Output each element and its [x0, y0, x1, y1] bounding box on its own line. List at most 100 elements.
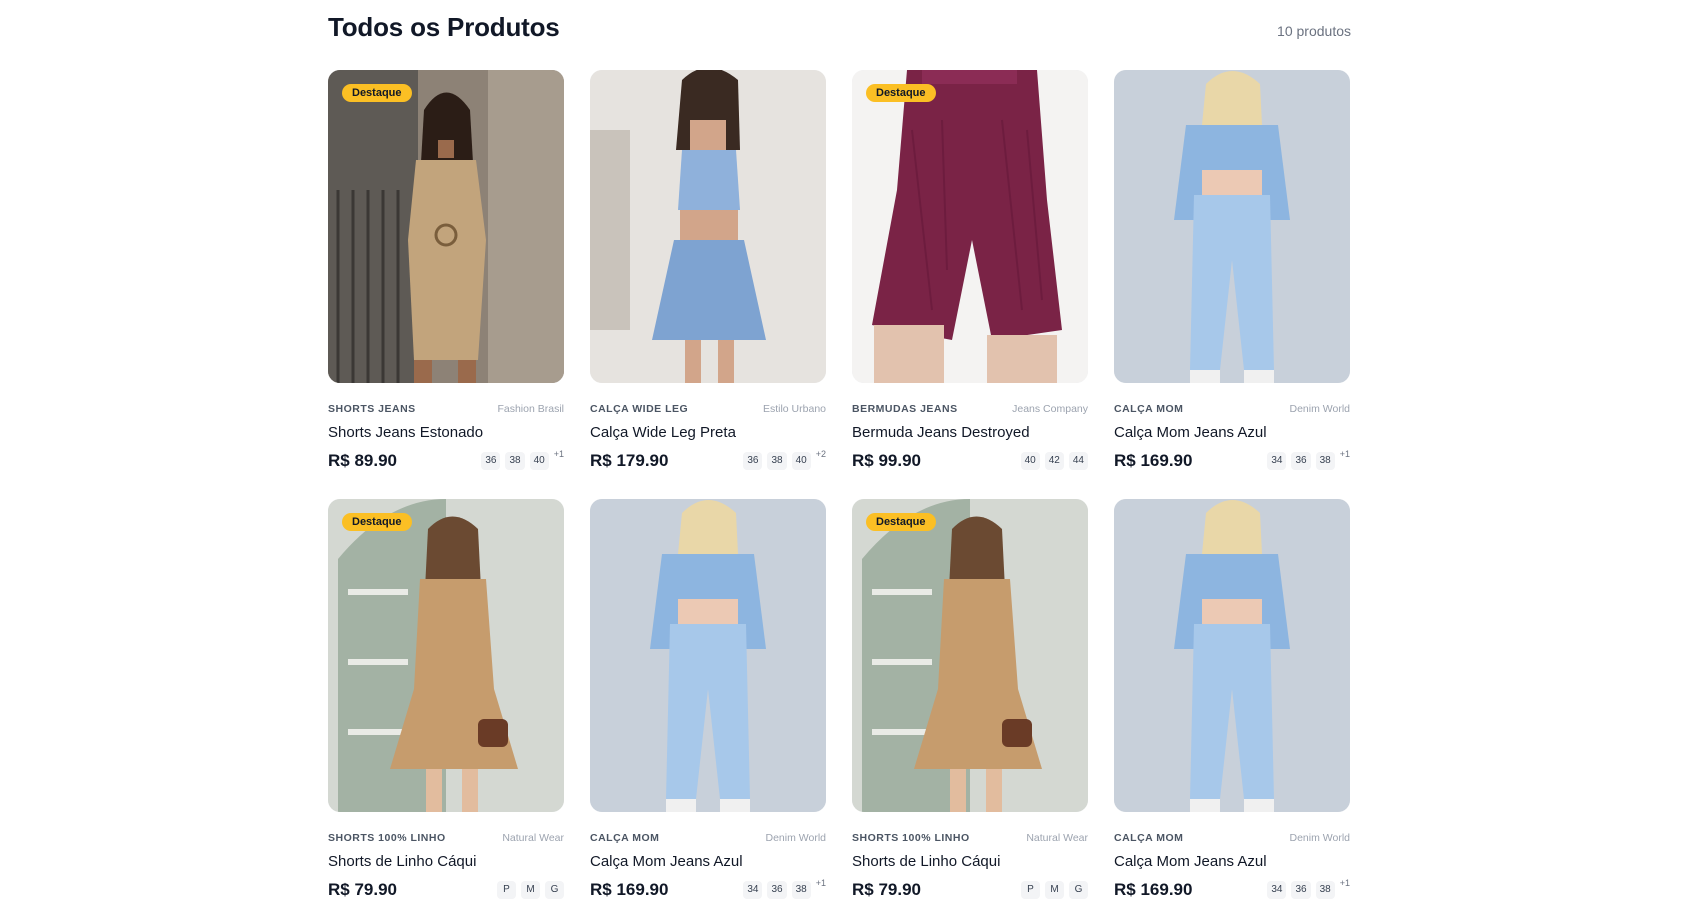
more-sizes-count: +2: [815, 449, 826, 459]
size-chip[interactable]: 34: [743, 881, 763, 899]
product-footer: R$ 79.90 PMG: [328, 880, 564, 900]
size-chip[interactable]: P: [497, 881, 516, 899]
size-list: 36 38 40 +2: [743, 449, 826, 470]
size-chip[interactable]: 36: [1291, 452, 1311, 470]
product-price: R$ 79.90: [852, 880, 921, 899]
size-chip[interactable]: 36: [767, 881, 787, 899]
product-image[interactable]: Destaque: [328, 70, 564, 383]
section-header: Todos os Produtos 10 produtos: [328, 0, 1351, 60]
size-chip[interactable]: 40: [791, 452, 811, 470]
product-card[interactable]: CALÇA MOM Denim World Calça Mom Jeans Az…: [1114, 499, 1350, 900]
product-photo: [590, 70, 826, 383]
size-chip[interactable]: 38: [1315, 881, 1335, 899]
product-brand: Estilo Urbano: [762, 403, 826, 415]
product-brand: Natural Wear: [502, 832, 564, 844]
product-card[interactable]: Destaque SHORTS JEANS Fashion Brasil Sho…: [328, 70, 564, 471]
product-image[interactable]: [1114, 499, 1350, 812]
product-category: CALÇA MOM: [1114, 832, 1184, 844]
product-category: BERMUDAS JEANS: [852, 403, 958, 415]
product-brand: Denim World: [765, 832, 827, 844]
product-card[interactable]: Destaque SHORTS 100% LINHO Natural Wear …: [328, 499, 564, 900]
product-price: R$ 179.90: [590, 451, 669, 470]
more-sizes-count: +1: [815, 878, 826, 888]
product-footer: R$ 89.90 36 38 40 +1: [328, 449, 564, 471]
product-card[interactable]: CALÇA MOM Denim World Calça Mom Jeans Az…: [1114, 70, 1350, 471]
product-footer: R$ 169.90 34 36 38 +1: [590, 878, 826, 900]
product-card[interactable]: CALÇA MOM Denim World Calça Mom Jeans Az…: [590, 499, 826, 900]
product-name[interactable]: Shorts de Linho Cáqui: [328, 853, 564, 870]
product-photo: [852, 499, 1088, 812]
product-category: SHORTS JEANS: [328, 403, 416, 415]
product-image[interactable]: [1114, 70, 1350, 383]
size-chip[interactable]: G: [545, 881, 564, 899]
more-sizes-count: +1: [1339, 449, 1350, 459]
product-name[interactable]: Calça Wide Leg Preta: [590, 424, 826, 441]
size-chip[interactable]: 34: [1267, 881, 1287, 899]
size-chip[interactable]: 38: [505, 452, 525, 470]
size-chip[interactable]: 36: [743, 452, 763, 470]
size-chip[interactable]: 38: [1315, 452, 1335, 470]
product-price: R$ 169.90: [590, 880, 669, 899]
product-meta: CALÇA MOM Denim World: [590, 832, 826, 844]
size-chip[interactable]: 40: [1020, 452, 1040, 470]
product-name[interactable]: Shorts de Linho Cáqui: [852, 853, 1088, 870]
product-meta: SHORTS 100% LINHO Natural Wear: [328, 832, 564, 844]
product-meta: BERMUDAS JEANS Jeans Company: [852, 403, 1088, 415]
size-list: 36 38 40 +1: [481, 449, 564, 470]
size-chip[interactable]: M: [521, 881, 540, 899]
product-category: SHORTS 100% LINHO: [852, 832, 970, 844]
size-chip[interactable]: 36: [1291, 881, 1311, 899]
product-footer: R$ 99.90 40 42 44: [852, 451, 1088, 471]
product-brand: Natural Wear: [1026, 832, 1088, 844]
product-count: 10 produtos: [1277, 23, 1351, 39]
size-chip[interactable]: 36: [481, 452, 501, 470]
product-card[interactable]: CALÇA WIDE LEG Estilo Urbano Calça Wide …: [590, 70, 826, 471]
product-footer: R$ 169.90 34 36 38 +1: [1114, 878, 1350, 900]
size-chip[interactable]: P: [1021, 881, 1040, 899]
size-chip[interactable]: 44: [1068, 452, 1088, 470]
product-image[interactable]: Destaque: [852, 70, 1088, 383]
product-category: CALÇA WIDE LEG: [590, 403, 689, 415]
product-meta: SHORTS JEANS Fashion Brasil: [328, 403, 564, 415]
product-card[interactable]: Destaque SHORTS 100% LINHO Natural Wear …: [852, 499, 1088, 900]
product-brand: Jeans Company: [1012, 403, 1088, 415]
product-category: CALÇA MOM: [590, 832, 660, 844]
product-name[interactable]: Shorts Jeans Estonado: [328, 424, 564, 441]
size-chip[interactable]: 38: [767, 452, 787, 470]
product-name[interactable]: Calça Mom Jeans Azul: [1114, 424, 1350, 441]
product-brand: Fashion Brasil: [497, 403, 564, 415]
page-title: Todos os Produtos: [328, 12, 560, 42]
featured-badge: Destaque: [342, 513, 412, 531]
product-price: R$ 169.90: [1114, 880, 1193, 899]
product-name[interactable]: Calça Mom Jeans Azul: [590, 853, 826, 870]
product-image[interactable]: Destaque: [328, 499, 564, 812]
product-footer: R$ 169.90 34 36 38 +1: [1114, 449, 1350, 471]
featured-badge: Destaque: [342, 84, 412, 102]
product-photo: [590, 499, 826, 812]
product-card[interactable]: Destaque BERMUDAS JEANS Jeans Company Be…: [852, 70, 1088, 471]
product-name[interactable]: Bermuda Jeans Destroyed: [852, 424, 1088, 441]
product-photo: [1114, 499, 1350, 812]
size-list: PMG: [497, 881, 564, 899]
product-image[interactable]: [590, 70, 826, 383]
product-price: R$ 79.90: [328, 880, 397, 899]
product-photo: [1114, 70, 1350, 383]
size-list: 34 36 38 +1: [743, 878, 826, 899]
more-sizes-count: +1: [1339, 878, 1350, 888]
size-chip[interactable]: M: [1045, 881, 1064, 899]
product-brand: Denim World: [1289, 832, 1351, 844]
product-price: R$ 89.90: [328, 451, 397, 470]
size-chip[interactable]: 34: [1267, 452, 1287, 470]
product-category: SHORTS 100% LINHO: [328, 832, 446, 844]
size-chip[interactable]: 42: [1044, 452, 1064, 470]
size-chip[interactable]: 38: [791, 881, 811, 899]
product-meta: CALÇA MOM Denim World: [1114, 403, 1350, 415]
product-name[interactable]: Calça Mom Jeans Azul: [1114, 853, 1350, 870]
product-brand: Denim World: [1289, 403, 1351, 415]
size-chip[interactable]: 40: [529, 452, 549, 470]
size-chip[interactable]: G: [1069, 881, 1088, 899]
product-image[interactable]: [590, 499, 826, 812]
featured-badge: Destaque: [866, 84, 936, 102]
product-meta: CALÇA MOM Denim World: [1114, 832, 1350, 844]
product-image[interactable]: Destaque: [852, 499, 1088, 812]
